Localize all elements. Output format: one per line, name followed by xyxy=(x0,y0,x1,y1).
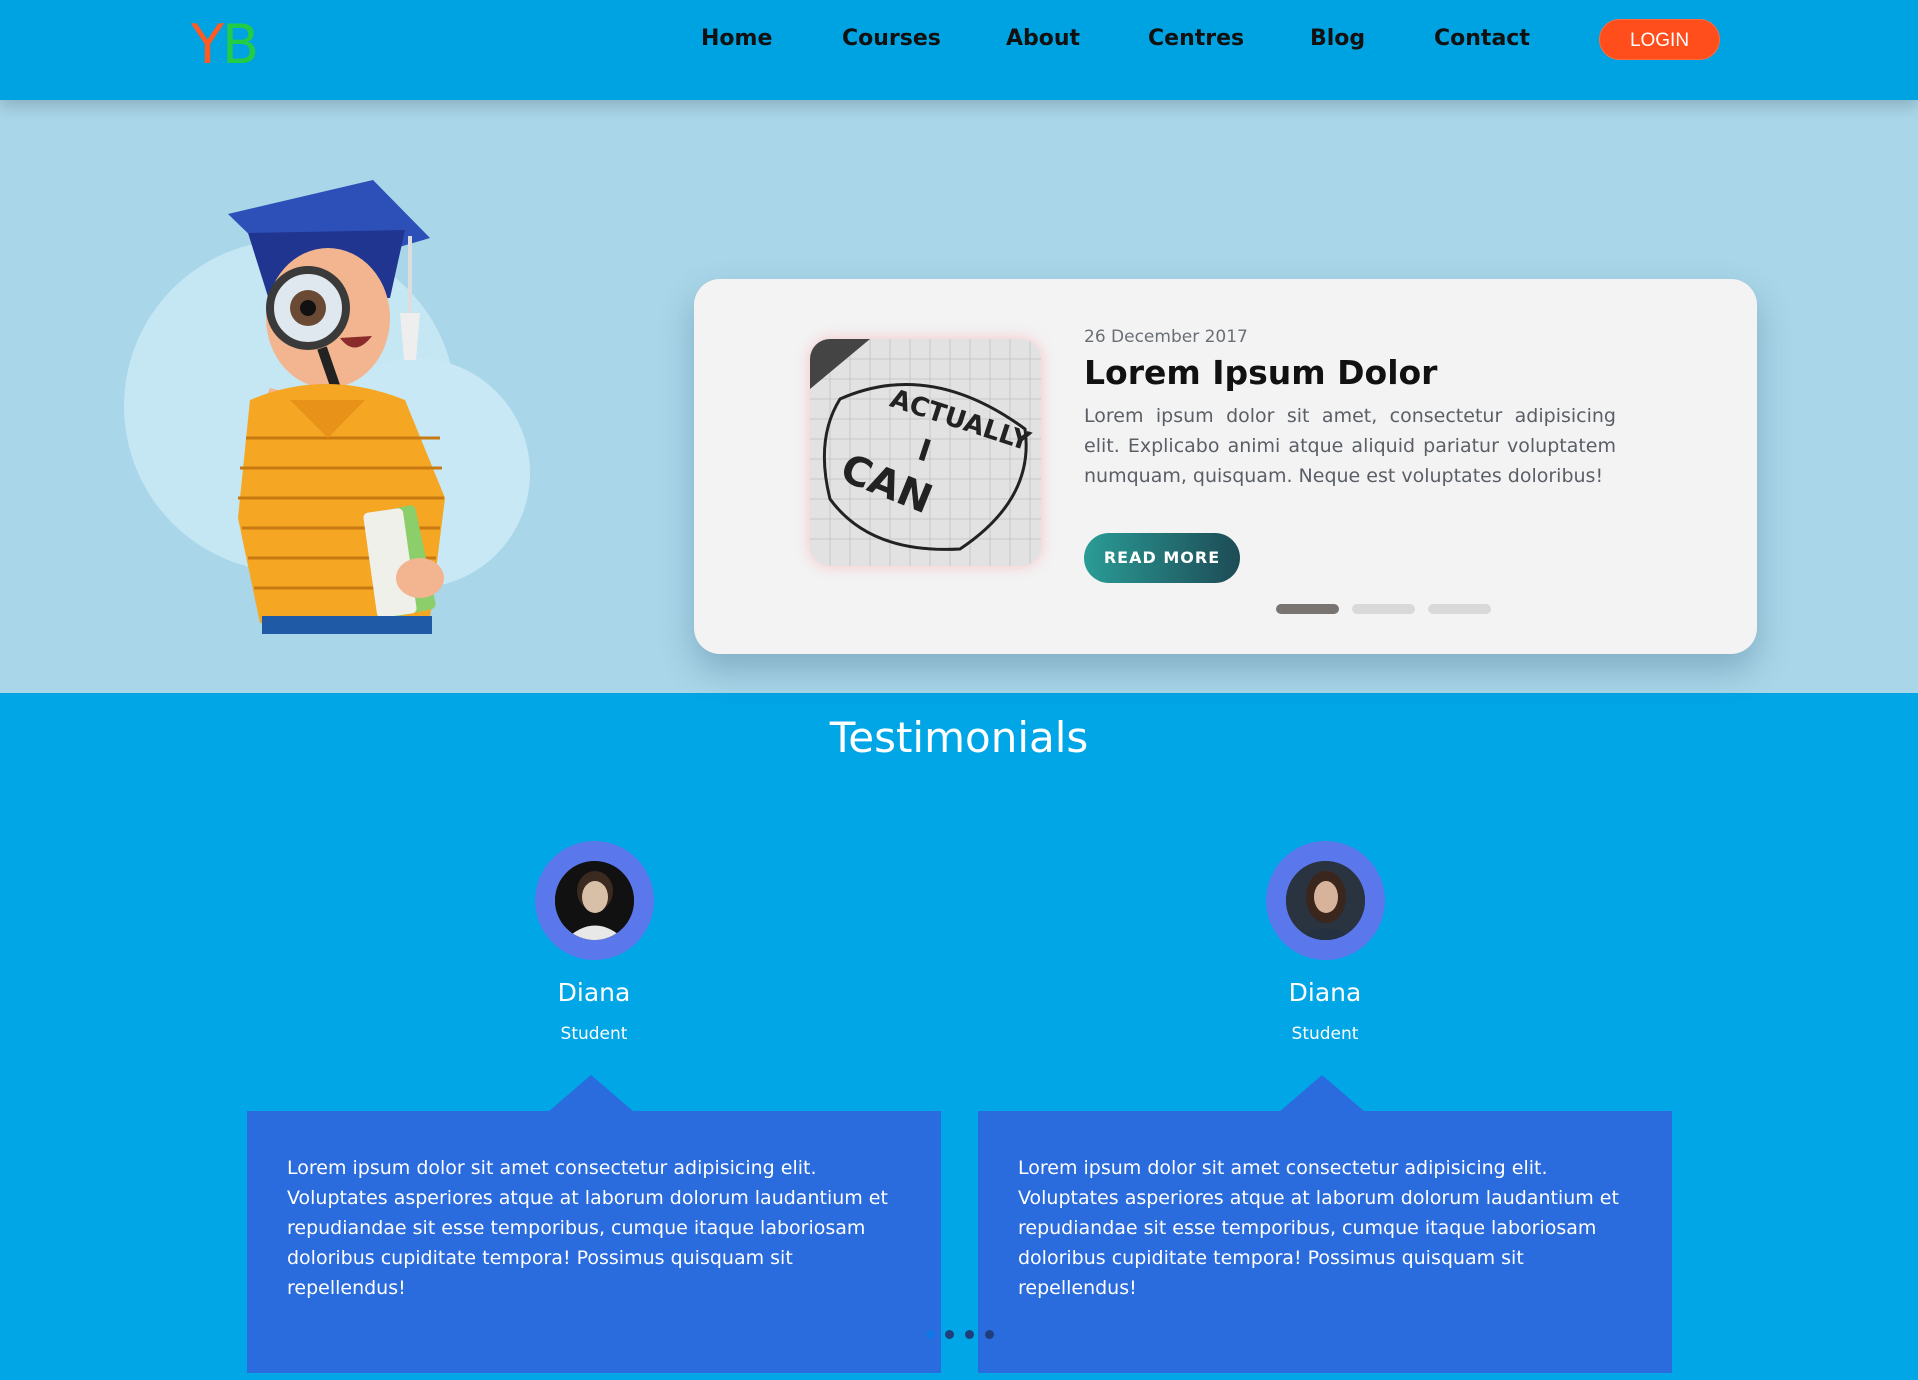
testimonial-box: Lorem ipsum dolor sit amet consectetur a… xyxy=(247,1075,941,1373)
blog-post-title: Lorem Ipsum Dolor xyxy=(1084,353,1438,392)
avatar xyxy=(1286,861,1365,940)
testimonial-page-dot-2[interactable] xyxy=(945,1330,954,1339)
blog-post-excerpt: Lorem ipsum dolor sit amet, consectetur … xyxy=(1084,405,1616,487)
testimonial-page-dot-3[interactable] xyxy=(965,1330,974,1339)
testimonial-role: Student xyxy=(1291,1024,1359,1044)
testimonial-pointer xyxy=(1279,1075,1365,1112)
blog-post-image: ACTUALLY I CAN xyxy=(810,339,1041,566)
testimonials-section: Testimonials Diana Student Lorem ipsum d… xyxy=(0,693,1918,1380)
testimonial-page-dot-1[interactable] xyxy=(926,1330,935,1339)
testimonials-title: Testimonials xyxy=(829,713,1089,762)
logo-letter-y: Y xyxy=(191,13,224,76)
site-logo[interactable]: YB xyxy=(191,18,259,72)
login-button[interactable]: LOGIN xyxy=(1599,19,1720,60)
avatar xyxy=(555,861,634,940)
testimonial-avatar-ring xyxy=(1266,841,1385,960)
read-more-button[interactable]: READ MORE xyxy=(1084,533,1240,583)
nav-blog[interactable]: Blog xyxy=(1310,26,1365,52)
testimonial-text: Lorem ipsum dolor sit amet consectetur a… xyxy=(1018,1157,1619,1299)
nav-contact[interactable]: Contact xyxy=(1434,26,1530,52)
testimonial-role: Student xyxy=(560,1024,628,1044)
testimonial-text: Lorem ipsum dolor sit amet consectetur a… xyxy=(287,1157,888,1299)
navbar: YB Home Courses About Centres Blog Conta… xyxy=(0,0,1918,100)
slider-dot-2[interactable] xyxy=(1352,604,1415,614)
nav-centres[interactable]: Centres xyxy=(1148,26,1244,52)
testimonial-name: Diana xyxy=(557,978,631,1007)
slider-dot-1[interactable] xyxy=(1276,604,1339,614)
testimonial-page-dot-4[interactable] xyxy=(985,1330,994,1339)
blog-slider-card: ACTUALLY I CAN 26 December 2017 Lorem Ip… xyxy=(694,279,1757,654)
slider-dot-3[interactable] xyxy=(1428,604,1491,614)
testimonial-name: Diana xyxy=(1288,978,1362,1007)
blog-post-date: 26 December 2017 xyxy=(1084,327,1248,347)
hero-section: ACTUALLY I CAN 26 December 2017 Lorem Ip… xyxy=(0,100,1918,693)
nav-courses[interactable]: Courses xyxy=(842,26,941,52)
nav-about[interactable]: About xyxy=(1006,26,1080,52)
logo-letter-b: B xyxy=(222,13,259,76)
testimonial-avatar-ring xyxy=(535,841,654,960)
testimonial-pointer xyxy=(548,1075,634,1112)
nav-home[interactable]: Home xyxy=(701,26,772,52)
student-photo xyxy=(228,180,445,634)
testimonial-box: Lorem ipsum dolor sit amet consectetur a… xyxy=(978,1075,1672,1373)
